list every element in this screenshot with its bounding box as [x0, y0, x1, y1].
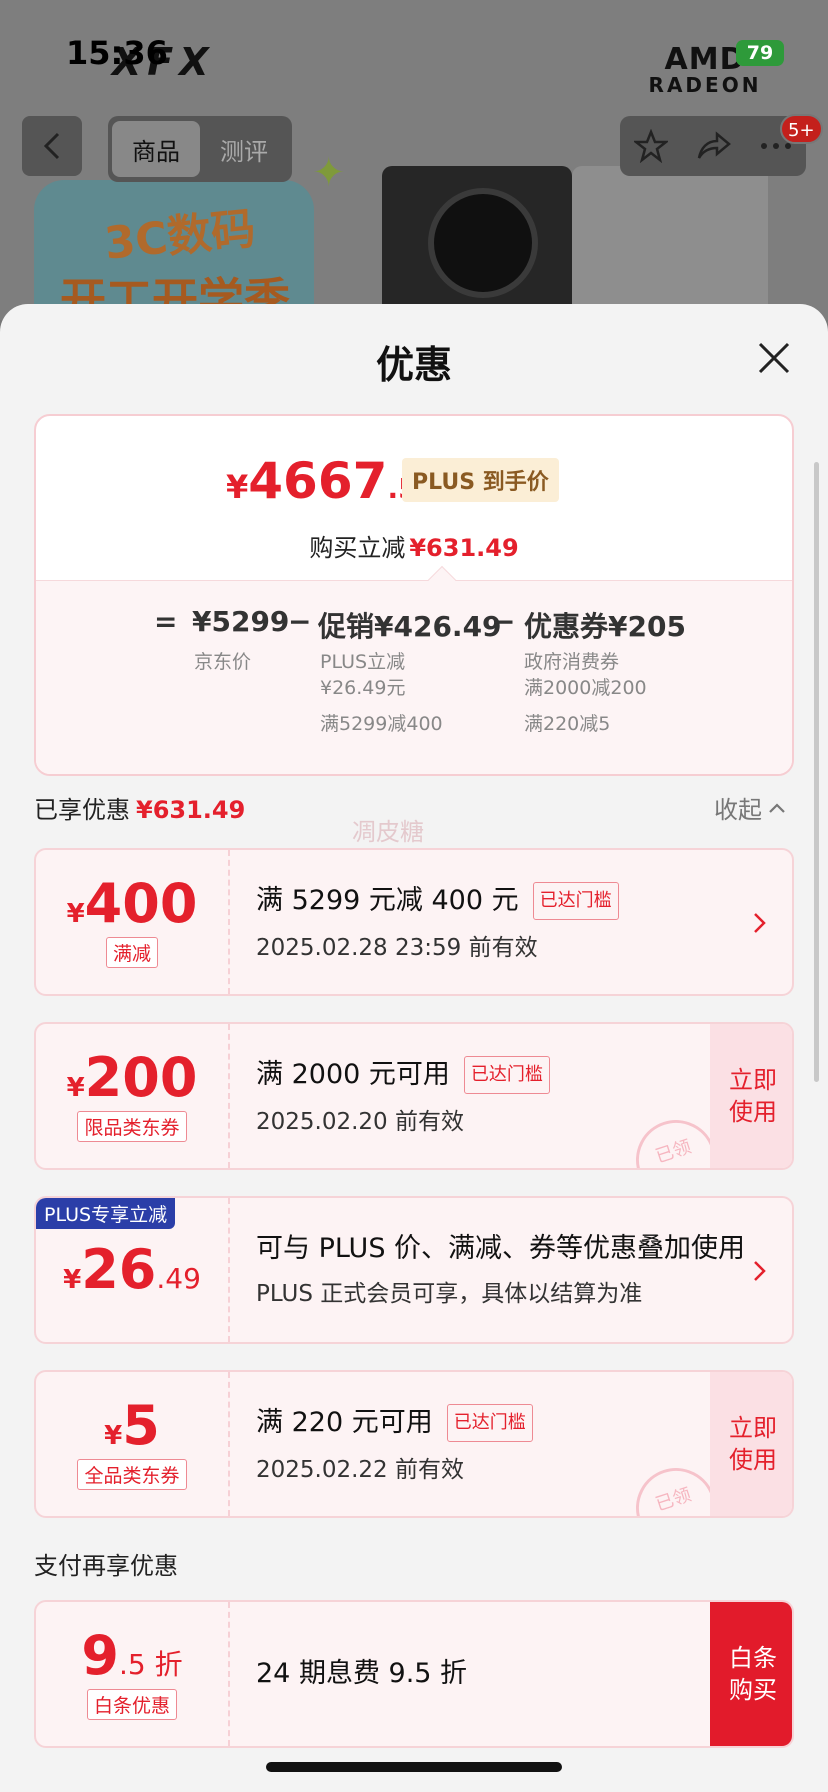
coupon-amount: 200	[84, 1045, 198, 1109]
baitiao-title: 24 期息费 9.5 折	[256, 1658, 468, 1689]
coupon-title: 满 2000 元可用	[256, 1059, 450, 1090]
product-page-background: 3C数码 开工开学季 ✦ XFX 15:36 AMD RADEON 79 商品 …	[0, 0, 828, 320]
minus-sign: −	[288, 605, 312, 638]
threshold-reached-tag: 已达门槛	[532, 882, 619, 920]
collapse-button[interactable]: 收起	[714, 790, 786, 825]
baitiao-rate: 9	[81, 1623, 119, 1687]
battery-indicator: 79	[736, 40, 784, 66]
coupon-sub-3: 满220减5	[524, 713, 611, 735]
status-time: 15:36	[66, 34, 168, 72]
plus-discount-card[interactable]: ¥26.49 PLUS专享立减 可与 PLUS 价、满减、券等优惠叠加使用 PL…	[34, 1196, 794, 1344]
promo-banner-image: 3C数码 开工开学季	[34, 180, 314, 320]
home-indicator	[266, 1762, 562, 1772]
more-icon[interactable]	[760, 141, 792, 151]
chevron-up-icon	[769, 802, 785, 813]
chevron-right-icon[interactable]	[750, 908, 770, 938]
coupon-type-tag: 全品类东券	[77, 1458, 187, 1490]
coupon-amount: 400	[84, 871, 198, 935]
price-breakdown: = ¥5299 − 促销¥426.49 − 优惠券¥205 京东价 PLUS立减…	[36, 580, 792, 774]
price-summary-card: ¥4667.51 PLUS 到手价 购买立减¥631.49 = ¥5299 − …	[34, 414, 794, 776]
equals-sign: =	[154, 605, 178, 638]
chevron-left-icon	[43, 132, 60, 160]
watermark: 凋皮糖	[352, 818, 424, 846]
sheet-title: 优惠	[375, 343, 452, 387]
coupon-note: PLUS 正式会员可享，具体以结算为准	[256, 1281, 643, 1307]
promo-amount: 促销¥426.49	[318, 610, 502, 643]
plus-exclusive-ribbon: PLUS专享立减	[36, 1198, 176, 1229]
header-actions	[620, 116, 806, 176]
promo-line-1: 3C数码	[102, 203, 258, 270]
threshold-reached-tag: 已达门槛	[446, 1404, 533, 1442]
coupon-amount: 优惠券¥205	[524, 610, 686, 643]
plus-price-tag: PLUS 到手价	[402, 458, 559, 502]
coupon-amount: 26	[81, 1238, 157, 1301]
discount-sheet: 优惠 ¥4667.51 PLUS 到手价 购买立减¥631.49 = ¥5299…	[0, 304, 828, 1792]
reduce-line: 购买立减 ¥631.49	[309, 534, 519, 562]
coupon-type-tag: 限品类东券	[77, 1110, 187, 1142]
coupon-validity: 2025.02.28 23:59 前有效	[256, 935, 538, 961]
share-icon[interactable]	[697, 131, 731, 161]
coupon-card: ¥5 全品类东券 满 220 元可用 已达门槛 2025.02.22 前有效 已领…	[34, 1370, 794, 1518]
use-now-button[interactable]: 立即 使用	[710, 1024, 792, 1168]
product-image-gpu-black	[382, 166, 572, 320]
coupon-sub-2: 满2000减200	[524, 677, 647, 699]
jd-price-label: 京东价	[194, 651, 252, 673]
coupon-title: 满 5299 元减 400 元	[256, 885, 519, 916]
baitiao-card: 9.5 折 白条优惠 24 期息费 9.5 折 白条 购买	[34, 1600, 794, 1748]
coupon-type-tag: 满减	[105, 936, 158, 968]
close-icon	[758, 342, 790, 374]
baitiao-buy-button[interactable]: 白条 购买	[710, 1602, 792, 1746]
coupon-amount: 5	[122, 1393, 160, 1457]
scrollbar[interactable]	[814, 462, 819, 1082]
promo-sub-2: ¥26.49元	[320, 677, 406, 699]
back-button[interactable]	[22, 116, 82, 176]
coupon-card[interactable]: ¥400 满减 满 5299 元减 400 元已达门槛 2025.02.28 2…	[34, 848, 794, 996]
use-now-button[interactable]: 立即 使用	[710, 1372, 792, 1516]
enjoyed-discount-label: 已享优惠 ¥631.49	[34, 796, 246, 824]
baitiao-tag: 白条优惠	[86, 1688, 177, 1720]
close-button[interactable]	[756, 340, 792, 376]
tab-product[interactable]: 商品	[112, 121, 200, 177]
jd-price: ¥5299	[192, 605, 290, 638]
coupon-card: ¥200 限品类东券 满 2000 元可用 已达门槛 2025.02.20 前有效…	[34, 1022, 794, 1170]
product-image-gpu-white	[572, 166, 768, 320]
coupon-sub-1: 政府消费券	[524, 651, 620, 673]
promo-sub-3: 满5299减400	[320, 713, 443, 735]
promo-sub-1: PLUS立减	[320, 651, 406, 673]
product-tabs: 商品 测评	[108, 116, 292, 182]
notification-badge: 5+	[780, 114, 823, 144]
chevron-right-icon[interactable]	[750, 1256, 770, 1286]
star-icon[interactable]	[634, 129, 669, 163]
minus-sign: −	[492, 605, 516, 638]
tab-review[interactable]: 测评	[200, 121, 288, 177]
coupon-title: 满 220 元可用	[256, 1407, 433, 1438]
coupon-title: 可与 PLUS 价、满减、券等优惠叠加使用	[256, 1233, 746, 1264]
pay-section-label: 支付再享优惠	[34, 1552, 178, 1580]
threshold-reached-tag: 已达门槛	[463, 1056, 550, 1094]
sparkle-icon: ✦	[312, 150, 346, 196]
